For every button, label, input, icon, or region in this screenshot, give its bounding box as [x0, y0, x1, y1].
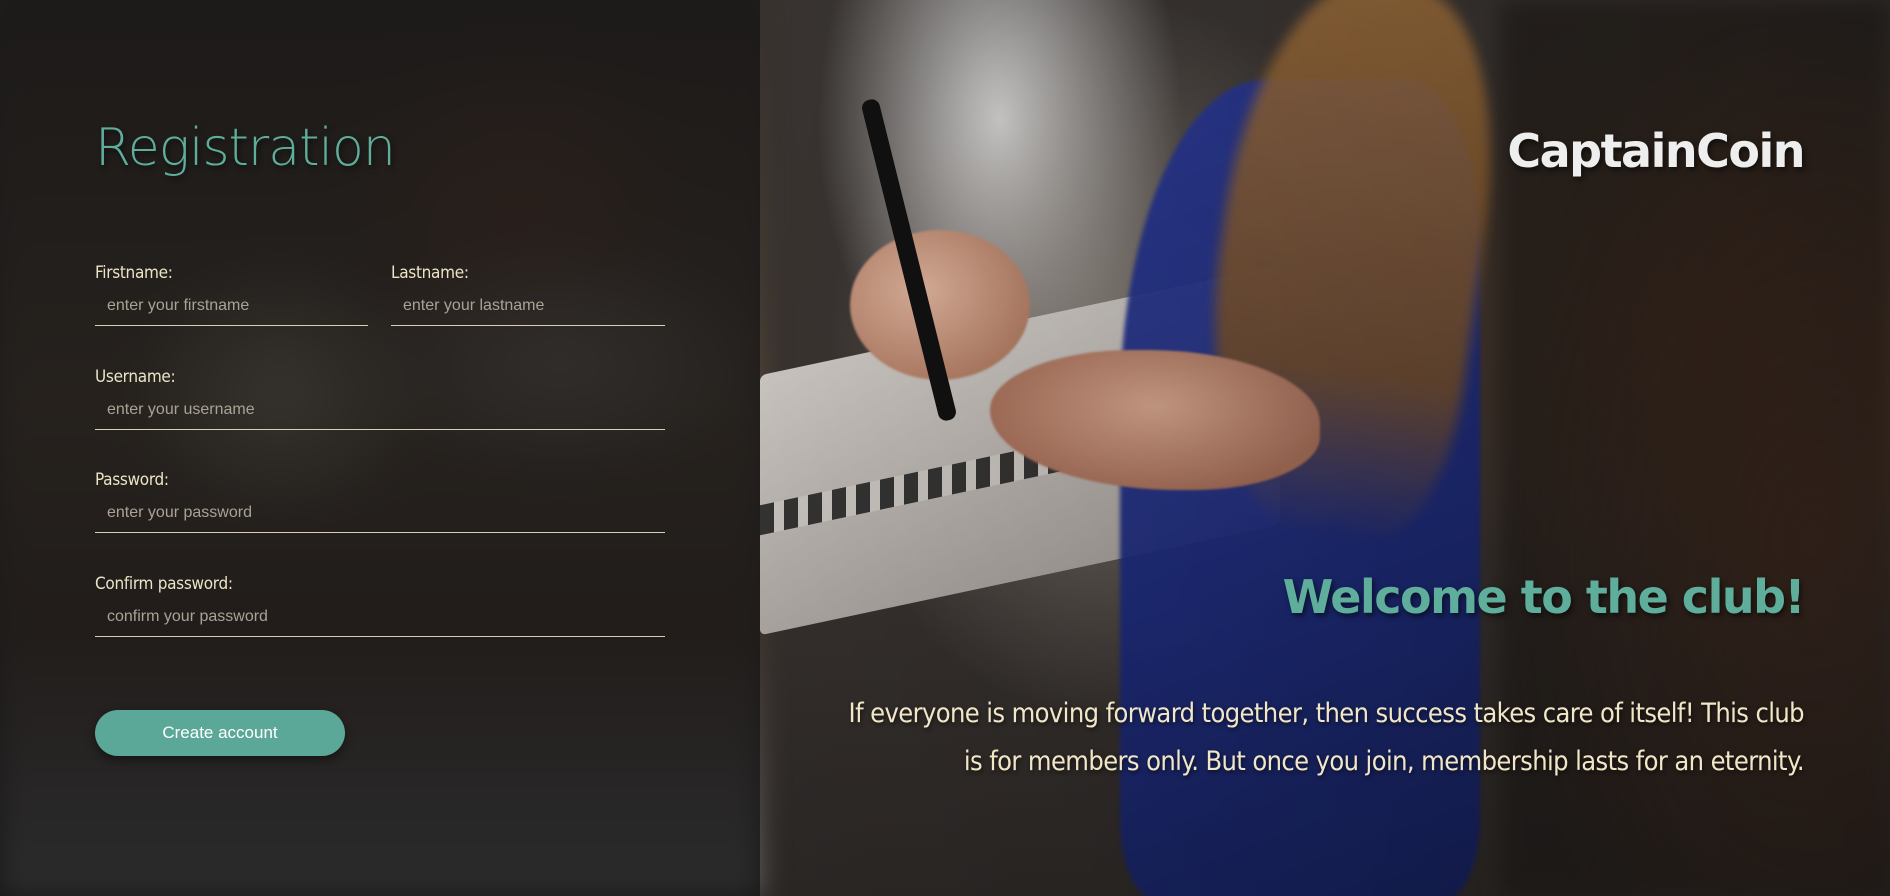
tagline-text: If everyone is moving forward together, …: [848, 698, 1805, 777]
confirm-password-label: Confirm password:: [95, 574, 233, 594]
firstname-input[interactable]: [95, 293, 368, 326]
password-label: Password:: [95, 470, 169, 490]
welcome-heading: Welcome to the club!: [1282, 570, 1806, 624]
brand-logo: CaptainCoin: [1507, 124, 1805, 178]
password-input[interactable]: [95, 500, 665, 533]
create-account-button[interactable]: Create account: [95, 710, 345, 756]
confirm-password-field-group: Confirm password:: [95, 574, 665, 637]
lastname-label: Lastname:: [391, 263, 469, 283]
lastname-input[interactable]: [391, 293, 665, 326]
firstname-field-group: Firstname:: [95, 263, 368, 326]
password-field-group: Password:: [95, 470, 665, 533]
username-field-group: Username:: [95, 367, 665, 430]
firstname-label: Firstname:: [95, 263, 173, 283]
confirm-password-input[interactable]: [95, 604, 665, 637]
username-input[interactable]: [95, 397, 665, 430]
page-title: Registration: [95, 118, 396, 178]
lastname-field-group: Lastname:: [391, 263, 665, 326]
username-label: Username:: [95, 367, 176, 387]
